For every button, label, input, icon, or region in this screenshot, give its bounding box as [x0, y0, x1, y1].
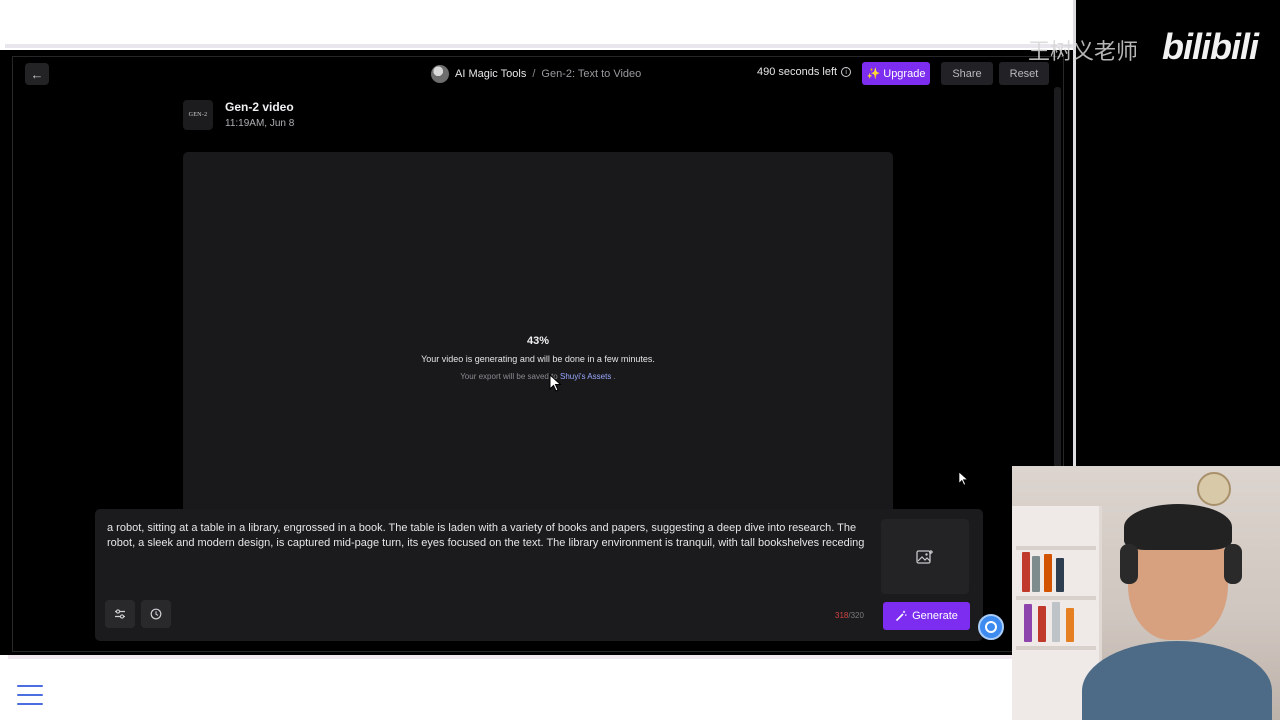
- info-icon[interactable]: i: [841, 67, 852, 77]
- mouse-cursor-icon: [549, 374, 562, 392]
- breadcrumb-current: Gen-2: Text to Video: [541, 68, 642, 80]
- upgrade-label: Upgrade: [883, 67, 926, 80]
- person-shirt: [1082, 641, 1272, 720]
- breadcrumb-separator: /: [532, 68, 536, 80]
- target-icon: [985, 621, 997, 633]
- bottom-edge: [8, 655, 1012, 659]
- mouse-cursor-icon: [958, 471, 969, 486]
- generate-label: Generate: [912, 610, 958, 622]
- prompt-panel: a robot, sitting at a table in a library…: [95, 509, 983, 641]
- char-count: 318: [835, 611, 849, 620]
- char-max: /320: [848, 611, 864, 620]
- prompt-textarea[interactable]: a robot, sitting at a table in a library…: [107, 521, 869, 550]
- gen2-logo: GEN-2: [183, 100, 213, 130]
- back-button[interactable]: ←: [25, 63, 49, 85]
- clock-icon: [150, 608, 162, 620]
- credits-remaining: 490 seconds left i: [757, 66, 852, 78]
- settings-button[interactable]: [105, 600, 135, 628]
- seconds-left-label: 490 seconds left: [757, 66, 838, 78]
- breadcrumb: AI Magic Tools / Gen-2: Text to Video: [431, 64, 641, 84]
- bottom-bar: [0, 655, 1012, 720]
- export-prefix: Your export will be saved to: [460, 372, 558, 381]
- sparkle-icon: ✨: [866, 68, 881, 80]
- assets-link[interactable]: Shuyi's Assets: [560, 372, 611, 381]
- webcam-overlay: [1012, 466, 1280, 720]
- generating-message: Your video is generating and will be don…: [421, 354, 655, 364]
- video-title: Gen-2 video: [225, 100, 294, 114]
- sliders-icon: [115, 609, 125, 619]
- share-button[interactable]: Share: [941, 62, 993, 85]
- export-message: Your export will be saved to Shuyi's Ass…: [183, 372, 893, 381]
- headphone-left: [1120, 544, 1138, 584]
- window-divider: [1073, 0, 1076, 466]
- image-plus-icon: [916, 549, 933, 564]
- person-hair: [1124, 504, 1232, 550]
- browser-top-area: [0, 0, 1073, 50]
- app-window: ← AI Magic Tools / Gen-2: Text to Video …: [12, 56, 1064, 652]
- channel-watermark: 王树义老师: [1028, 39, 1139, 64]
- window-edge: [5, 44, 1073, 48]
- video-timestamp: 11:19AM, Jun 8: [225, 118, 295, 129]
- generate-button[interactable]: Generate: [883, 602, 970, 630]
- magic-wand-icon: [895, 610, 907, 622]
- arrow-left-icon: ←: [30, 66, 44, 82]
- wall-clock: [1197, 472, 1231, 506]
- char-counter: 318/320: [835, 611, 864, 620]
- video-preview: 43% Your video is generating and will be…: [183, 152, 893, 522]
- bilibili-logo: bilibili: [1162, 26, 1259, 67]
- image-upload-button[interactable]: [881, 519, 969, 594]
- headphone-right: [1224, 544, 1242, 584]
- progress-percent: 43%: [526, 335, 550, 347]
- export-suffix: .: [613, 372, 616, 381]
- help-chat-button[interactable]: [978, 614, 1004, 640]
- avatar[interactable]: [431, 65, 449, 83]
- history-button[interactable]: [141, 600, 171, 628]
- hamburger-menu-icon[interactable]: [17, 685, 43, 705]
- breadcrumb-root[interactable]: AI Magic Tools: [455, 68, 526, 80]
- upgrade-button[interactable]: ✨ Upgrade: [862, 62, 930, 85]
